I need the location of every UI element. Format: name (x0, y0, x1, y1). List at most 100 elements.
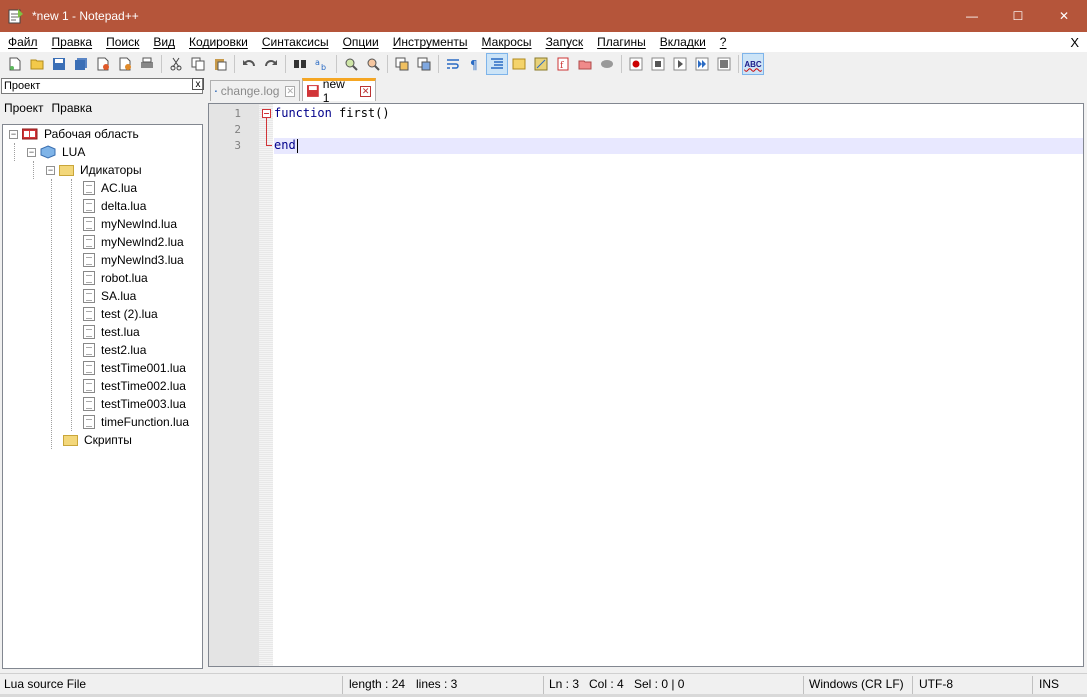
zoom-in-icon (345, 58, 358, 71)
toolbar-separator (387, 55, 388, 73)
menu-tabs[interactable]: Вкладки (653, 35, 713, 49)
save-macro-button[interactable] (713, 53, 735, 75)
fold-collapse-icon[interactable] (262, 109, 271, 118)
function-list-button[interactable] (530, 53, 552, 75)
tab-close-icon[interactable]: ✕ (285, 85, 295, 97)
tree-file[interactable]: test2.lua (83, 341, 146, 359)
monitor-button[interactable] (596, 53, 618, 75)
tree-connector (14, 143, 15, 161)
tree-file[interactable]: testTime002.lua (83, 377, 186, 395)
file-icon (83, 199, 95, 213)
tree-file[interactable]: testTime003.lua (83, 395, 186, 413)
close-button[interactable] (92, 53, 114, 75)
tree-file[interactable]: AC.lua (83, 179, 137, 197)
show-all-chars-button[interactable]: ¶ (464, 53, 486, 75)
tree-file[interactable]: myNewInd3.lua (83, 251, 184, 269)
menu-run[interactable]: Запуск (539, 35, 591, 49)
save-all-button[interactable] (70, 53, 92, 75)
sync-vertical-button[interactable] (391, 53, 413, 75)
word-wrap-button[interactable] (442, 53, 464, 75)
tree-workspace[interactable]: − Рабочая область (9, 125, 139, 143)
collapse-icon[interactable]: − (46, 165, 55, 175)
copy-icon (191, 57, 205, 71)
indent-guide-button[interactable] (486, 53, 508, 75)
play-macro-icon (673, 57, 687, 71)
workspace-label: Рабочая область (44, 127, 139, 141)
menu-help[interactable]: ? (713, 35, 734, 49)
tree-folder-indicators[interactable]: − Идикаторы (46, 161, 142, 179)
code-editor[interactable]: 1 2 3 function first() end (208, 103, 1084, 667)
window-title: *new 1 - Notepad++ (32, 9, 139, 23)
project-panel: Проект x Проект Правка − Рабочая область… (0, 77, 206, 669)
replace-button[interactable]: ab (311, 53, 333, 75)
file-icon (83, 235, 95, 249)
minimize-icon: — (966, 9, 978, 23)
minimize-button[interactable]: — (949, 0, 995, 32)
cut-button[interactable] (165, 53, 187, 75)
spell-check-button[interactable]: ABC (742, 53, 764, 75)
redo-button[interactable] (260, 53, 282, 75)
save-button[interactable] (48, 53, 70, 75)
paste-button[interactable] (209, 53, 231, 75)
menu-view[interactable]: Вид (146, 35, 182, 49)
collapse-icon[interactable]: − (9, 129, 18, 139)
panel-menu: Проект Правка (0, 101, 96, 115)
stop-macro-button[interactable] (647, 53, 669, 75)
close-document-button[interactable]: X (1070, 35, 1087, 50)
panel-menu-project[interactable]: Проект (0, 101, 48, 115)
tree-file[interactable]: myNewInd.lua (83, 215, 177, 233)
paste-icon (215, 59, 227, 71)
sync-horizontal-button[interactable] (413, 53, 435, 75)
collapse-icon[interactable]: − (27, 147, 36, 157)
zoom-out-button[interactable] (362, 53, 384, 75)
panel-menu-edit[interactable]: Правка (48, 101, 97, 115)
menu-edit[interactable]: Правка (45, 35, 100, 49)
close-window-button[interactable]: ✕ (1041, 0, 1087, 32)
menu-tools[interactable]: Инструменты (386, 35, 475, 49)
new-file-button[interactable] (4, 53, 26, 75)
file-label: testTime001.lua (101, 361, 186, 375)
function-button[interactable]: f (552, 53, 574, 75)
tree-file[interactable]: delta.lua (83, 197, 146, 215)
doc-map-button[interactable] (508, 53, 530, 75)
play-macro-button[interactable] (669, 53, 691, 75)
record-macro-button[interactable] (625, 53, 647, 75)
find-button[interactable] (289, 53, 311, 75)
file-label: AC.lua (101, 181, 138, 195)
function-list-icon (534, 57, 548, 71)
menu-search[interactable]: Поиск (99, 35, 146, 49)
tree-file[interactable]: robot.lua (83, 269, 148, 287)
tab-change-log[interactable]: change.log ✕ (210, 80, 300, 101)
maximize-button[interactable]: ☐ (995, 0, 1041, 32)
menu-macro[interactable]: Макросы (475, 35, 539, 49)
tree-file[interactable]: test.lua (83, 323, 140, 341)
print-button[interactable] (136, 53, 158, 75)
menu-language[interactable]: Синтаксисы (255, 35, 336, 49)
tab-close-icon[interactable]: ✕ (360, 85, 371, 97)
tree-folder-scripts[interactable]: Скрипты (63, 431, 132, 449)
folder-workspace-button[interactable] (574, 53, 596, 75)
tree-file[interactable]: SA.lua (83, 287, 136, 305)
undo-button[interactable] (238, 53, 260, 75)
project-tree: − Рабочая область − LUA − Идикаторы AC.l… (2, 124, 203, 669)
menu-encoding[interactable]: Кодировки (182, 35, 255, 49)
svg-text:¶: ¶ (470, 58, 478, 71)
open-file-button[interactable] (26, 53, 48, 75)
status-separator (803, 676, 804, 694)
new-file-icon (9, 57, 21, 71)
tree-file[interactable]: testTime001.lua (83, 359, 186, 377)
menu-file[interactable]: Файл (0, 35, 45, 49)
tab-new-1[interactable]: new 1 ✕ (302, 77, 376, 105)
panel-close-button[interactable]: x (192, 78, 204, 90)
menu-plugins[interactable]: Плагины (590, 35, 653, 49)
run-macro-multiple-button[interactable] (691, 53, 713, 75)
code-keyword: function (274, 106, 332, 120)
copy-button[interactable] (187, 53, 209, 75)
tree-file[interactable]: test (2).lua (83, 305, 158, 323)
tree-file[interactable]: myNewInd2.lua (83, 233, 184, 251)
tree-file[interactable]: timeFunction.lua (83, 413, 189, 431)
close-all-button[interactable] (114, 53, 136, 75)
menu-settings[interactable]: Опции (336, 35, 386, 49)
tree-project-lua[interactable]: − LUA (27, 143, 85, 161)
zoom-in-button[interactable] (340, 53, 362, 75)
